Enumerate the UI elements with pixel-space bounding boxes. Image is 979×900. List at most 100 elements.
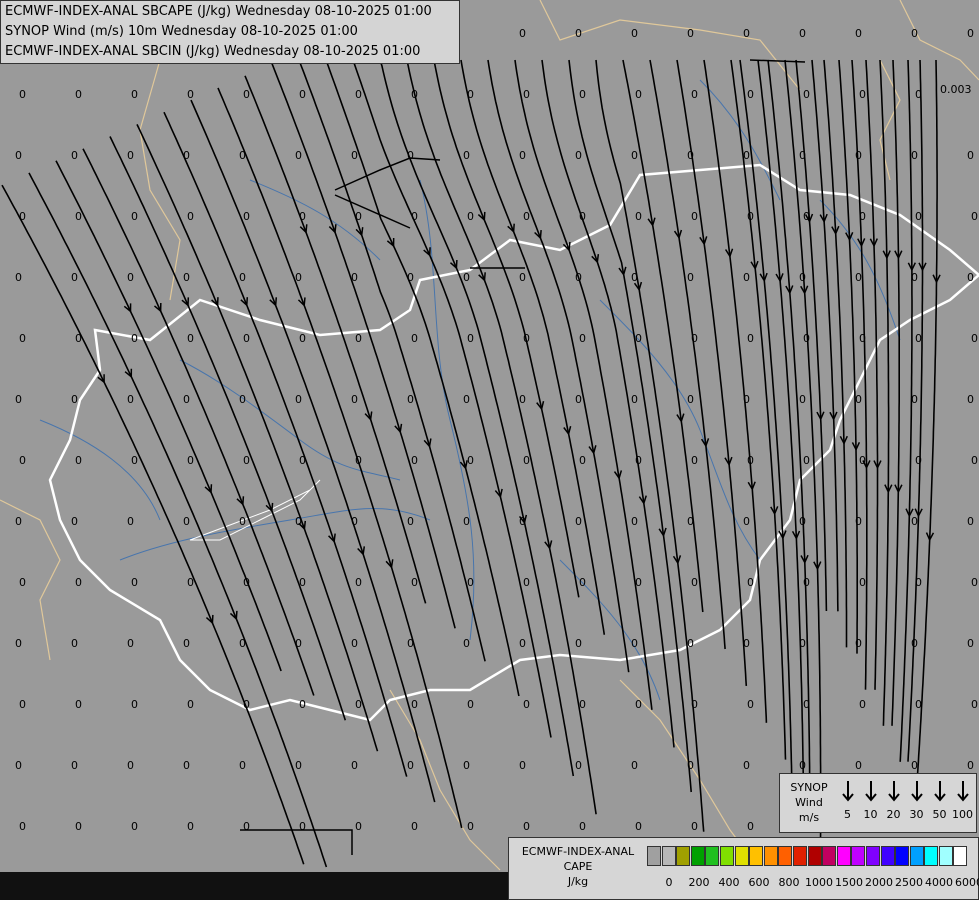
cape-value: 0 [467, 820, 474, 833]
cape-value: 0 [71, 637, 78, 650]
cape-legend-swatch [822, 846, 837, 866]
cape-value: 0 [239, 393, 246, 406]
wind-arrow-icon [910, 781, 923, 802]
cape-value: 0 [15, 393, 22, 406]
cape-value: 0 [19, 454, 26, 467]
wind-legend-speed: 10 [863, 808, 878, 821]
wind-legend-sample: 5 [836, 778, 859, 821]
cape-value: 0 [579, 332, 586, 345]
cape-value: 0 [911, 27, 918, 40]
cape-value: 0 [187, 210, 194, 223]
cape-value: 0 [411, 210, 418, 223]
cape-value: 0 [239, 271, 246, 284]
cape-legend-swatch [836, 846, 851, 866]
cape-value: 0 [911, 271, 918, 284]
cape-value: 0 [579, 820, 586, 833]
cape-value: 0 [351, 271, 358, 284]
cape-value: 0 [855, 759, 862, 772]
cape-legend-label: 2000 [865, 876, 893, 889]
cape-value: 0 [575, 637, 582, 650]
cape-value: 0 [75, 820, 82, 833]
cape-legend-swatch [690, 846, 705, 866]
cape-value: 0 [635, 820, 642, 833]
wind-arrow-icon [956, 781, 969, 802]
cape-value: 0 [407, 271, 414, 284]
cape-value: 0 [71, 149, 78, 162]
cape-legend-swatch [895, 846, 910, 866]
cape-value: 0 [463, 393, 470, 406]
cape-value: 0 [967, 637, 974, 650]
cape-value: 0 [183, 271, 190, 284]
cape-value: 0 [691, 454, 698, 467]
cape-value: 0 [183, 515, 190, 528]
wind-legend-speed: 50 [932, 808, 947, 821]
cape-value: 0 [519, 27, 526, 40]
wind-legend-samples: 5 10 20 30 50 100 [836, 778, 974, 830]
cape-value: 0 [635, 332, 642, 345]
cape-value: 0 [131, 88, 138, 101]
cape-value: 0 [519, 515, 526, 528]
cape-value: 0 [687, 271, 694, 284]
cape-value: 0 [467, 210, 474, 223]
cape-value: 0 [519, 149, 526, 162]
cape-legend-labels: 0 200 400 600 800 100015002000250040006000 [647, 876, 979, 892]
cape-value: 0 [299, 698, 306, 711]
cape-value: 0 [523, 820, 530, 833]
cape-value: 0 [691, 332, 698, 345]
wind-legend-title-line: m/s [798, 811, 820, 824]
cape-value: 0 [15, 149, 22, 162]
wind-legend-title: SYNOP Wind m/s [784, 780, 834, 825]
cape-value: 0 [15, 515, 22, 528]
cape-value: 0 [467, 576, 474, 589]
cape-legend-label: 800 [778, 876, 800, 889]
wind-legend-speed: 5 [844, 808, 851, 821]
cape-value: 0 [579, 88, 586, 101]
wind-legend-speed: 20 [886, 808, 901, 821]
cape-value: 0 [523, 332, 530, 345]
cape-value: 0 [463, 515, 470, 528]
cape-legend-swatch [938, 846, 953, 866]
cape-legend-swatch [647, 846, 661, 866]
cape-legend-title: ECMWF-INDEX-ANAL CAPE J/kg [513, 844, 643, 889]
cape-value: 0 [687, 149, 694, 162]
cape-value: 0 [631, 271, 638, 284]
wind-legend-speed: 30 [909, 808, 924, 821]
wind-legend-sample: 50 [928, 778, 951, 821]
cape-value: 0 [967, 759, 974, 772]
cape-value: 0 [911, 759, 918, 772]
cape-value: 0 [915, 210, 922, 223]
cape-value: 0 [687, 637, 694, 650]
cape-value: 0 [467, 698, 474, 711]
cape-value: 0 [799, 271, 806, 284]
cape-value: 0 [131, 576, 138, 589]
cape-value: 0 [747, 210, 754, 223]
cape-value: 0 [411, 88, 418, 101]
cape-value: 0 [131, 210, 138, 223]
cape-value: 0 [687, 515, 694, 528]
cape-value: 0 [295, 271, 302, 284]
cape-legend-swatch [807, 846, 822, 866]
cape-value: 0 [75, 576, 82, 589]
cape-value: 0 [859, 698, 866, 711]
cape-value: 0 [467, 454, 474, 467]
cape-value: 0 [911, 515, 918, 528]
cape-legend-title-line: CAPE [563, 860, 593, 873]
cape-legend-swatch [924, 846, 939, 866]
cape-value: 0 [127, 271, 134, 284]
cape-value: 0 [183, 393, 190, 406]
cape-value: 0 [743, 149, 750, 162]
cape-legend-swatch [953, 846, 968, 866]
cape-legend-swatch [734, 846, 749, 866]
cape-legend-label: 1000 [805, 876, 833, 889]
cape-value: 0 [747, 454, 754, 467]
cape-value: 0 [523, 210, 530, 223]
cape-value: 0 [967, 515, 974, 528]
cape-value: 0 [859, 454, 866, 467]
cape-value: 0 [355, 88, 362, 101]
cape-value: 0 [411, 454, 418, 467]
cape-value: 0 [691, 576, 698, 589]
cape-value: 0 [579, 210, 586, 223]
cape-value: 0 [243, 698, 250, 711]
cape-value: 0 [575, 149, 582, 162]
cape-value: 0 [463, 759, 470, 772]
